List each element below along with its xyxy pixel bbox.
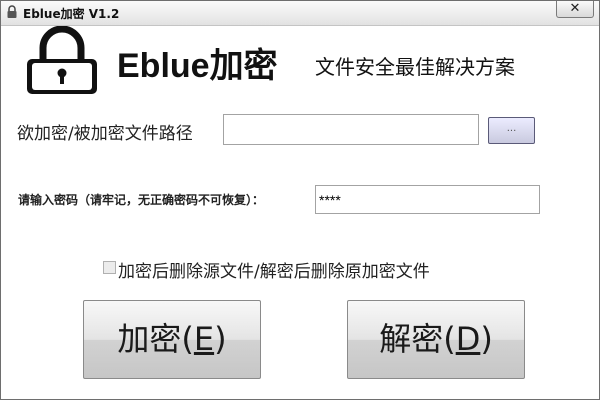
delete-source-label: 加密后删除源文件/解密后删除原加密文件 (118, 262, 430, 282)
file-path-label: 欲加密/被加密文件路径 (17, 124, 193, 144)
decrypt-label-close: ) (480, 320, 493, 358)
decrypt-button[interactable]: 解密(D) (347, 300, 525, 379)
decrypt-shortcut-key: D (455, 320, 481, 358)
padlock-icon (27, 26, 97, 94)
delete-source-checkbox[interactable] (103, 261, 116, 274)
app-name: Eblue加密 (117, 47, 278, 85)
app-window: Eblue加密 V1.2 ✕ Eblue加密 文件安全最佳解决方案 欲加密/被加… (0, 0, 600, 400)
encrypt-label-close: ) (214, 320, 227, 358)
close-button[interactable]: ✕ (556, 1, 594, 18)
encrypt-button[interactable]: 加密(E) (83, 300, 261, 379)
lock-title-icon (7, 5, 17, 18)
window-title: Eblue加密 V1.2 (23, 7, 120, 21)
browse-button[interactable]: ... (488, 117, 535, 144)
app-slogan: 文件安全最佳解决方案 (315, 55, 515, 79)
title-bar[interactable]: Eblue加密 V1.2 ✕ (1, 1, 599, 26)
close-icon: ✕ (569, 1, 581, 16)
password-input[interactable] (315, 185, 540, 214)
file-path-input[interactable] (223, 114, 479, 145)
decrypt-label: 解密( (379, 320, 456, 358)
password-label: 请输入密码（请牢记，无正确密码不可恢复）： (18, 193, 265, 207)
encrypt-label: 加密( (117, 320, 194, 358)
encrypt-shortcut-key: E (193, 320, 215, 358)
delete-source-option[interactable]: 加密后删除源文件/解密后删除原加密文件 (103, 257, 430, 282)
